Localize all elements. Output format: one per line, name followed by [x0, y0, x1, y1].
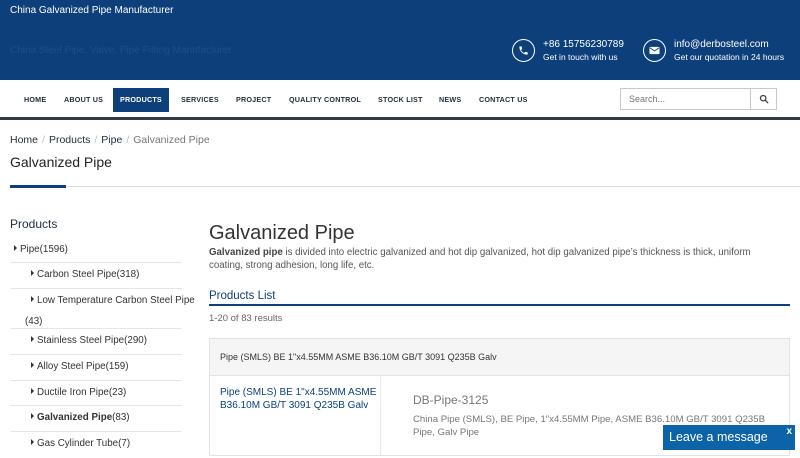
top-header: China Galvanized Pipe Manufacturer China… — [0, 0, 800, 80]
breadcrumb-pipe[interactable]: Pipe — [101, 134, 122, 146]
nav-services[interactable]: SERVICES — [181, 88, 219, 112]
email-address[interactable]: info@derbosteel.com — [674, 38, 784, 51]
category-description: Galvanized pipe is divided into electric… — [209, 247, 751, 271]
caret-right-icon — [31, 439, 34, 445]
sidebar-item-stainless-steel-pipe[interactable]: Stainless Steel Pipe(290) — [10, 329, 182, 355]
nav-news[interactable]: NEWS — [439, 88, 461, 112]
search-button[interactable] — [751, 89, 776, 109]
product-card-title[interactable]: Pipe (SMLS) BE 1"x4.55MM ASME B36.10M GB… — [220, 352, 497, 362]
title-accent-bar — [10, 185, 66, 188]
product-code: DB-Pipe-3125 — [413, 393, 489, 407]
phone-icon — [512, 39, 535, 62]
site-title: China Galvanized Pipe Manufacturer — [10, 5, 174, 16]
nav-home[interactable]: HOME — [24, 88, 46, 112]
nav-products[interactable]: PRODUCTS — [113, 88, 169, 112]
close-icon[interactable]: x — [786, 426, 792, 437]
leave-message-widget[interactable]: Leave a message x — [663, 425, 795, 450]
caret-right-icon — [31, 270, 34, 276]
sidebar-item-pipe[interactable]: Pipe(1596) — [10, 238, 182, 263]
sidebar-item-low-temperature-carbon-steel-pipe[interactable]: Low Temperature Carbon Steel Pipe (43) — [10, 289, 195, 329]
page-title: Galvanized Pipe — [10, 154, 112, 170]
nav-project[interactable]: PROJECT — [236, 88, 271, 112]
search-box — [620, 88, 777, 110]
breadcrumb-home[interactable]: Home — [10, 134, 38, 146]
caret-right-icon — [14, 245, 17, 251]
sidebar-heading: Products — [10, 217, 58, 231]
phone-contact[interactable]: +86 15756230789 Get in touch with us — [512, 38, 624, 63]
sidebar-item-ductile-iron-pipe[interactable]: Ductile Iron Pipe(23) — [10, 381, 182, 406]
results-count: 1-20 of 83 results — [209, 313, 283, 324]
breadcrumb-products[interactable]: Products — [49, 134, 90, 146]
sidebar-item-galvanized-pipe[interactable]: Galvanized Pipe(83) — [10, 406, 182, 432]
caret-right-icon — [31, 413, 34, 419]
envelope-icon — [643, 39, 666, 62]
nav-about-us[interactable]: ABOUT US — [64, 88, 103, 112]
breadcrumb-current: Galvanized Pipe — [133, 134, 210, 146]
leave-message-label[interactable]: Leave a message — [669, 430, 768, 444]
email-caption: Get our quotation in 24 hours — [674, 52, 785, 62]
breadcrumb: Home / Products / Pipe / Galvanized Pipe — [10, 134, 210, 146]
sidebar-item-alloy-steel-pipe[interactable]: Alloy Steel Pipe(159) — [10, 355, 182, 381]
product-name-link[interactable]: Pipe (SMLS) BE 1"x4.55MM ASME B36.10M GB… — [220, 386, 385, 412]
caret-right-icon — [31, 388, 34, 394]
phone-number[interactable]: +86 15756230789 — [543, 38, 624, 51]
products-list-divider — [209, 304, 790, 306]
email-contact[interactable]: info@derbosteel.com Get our quotation in… — [643, 38, 784, 63]
product-card-header[interactable]: Pipe (SMLS) BE 1"x4.55MM ASME B36.10M GB… — [209, 338, 790, 376]
phone-caption: Get in touch with us — [543, 52, 618, 62]
nav-contact-us[interactable]: CONTACT US — [479, 88, 528, 112]
nav-quality-control[interactable]: QUALITY CONTROL — [289, 88, 361, 112]
title-divider — [10, 186, 800, 187]
search-icon — [759, 94, 768, 104]
search-input[interactable] — [621, 89, 752, 109]
sidebar-item-carbon-steel-pipe[interactable]: Carbon Steel Pipe(318) — [10, 263, 182, 289]
products-list-heading: Products List — [209, 290, 276, 302]
caret-right-icon — [31, 362, 34, 368]
nav-stock-list[interactable]: STOCK LIST — [378, 88, 423, 112]
caret-right-icon — [31, 336, 34, 342]
caret-right-icon — [31, 296, 34, 302]
sidebar-item-gas-cylinder-tube[interactable]: Gas Cylinder Tube(7) — [10, 432, 182, 458]
section-heading: Galvanized Pipe — [209, 222, 355, 244]
site-tagline: China Steel Pipe, Valve, Pipe Fitting Ma… — [10, 45, 232, 56]
